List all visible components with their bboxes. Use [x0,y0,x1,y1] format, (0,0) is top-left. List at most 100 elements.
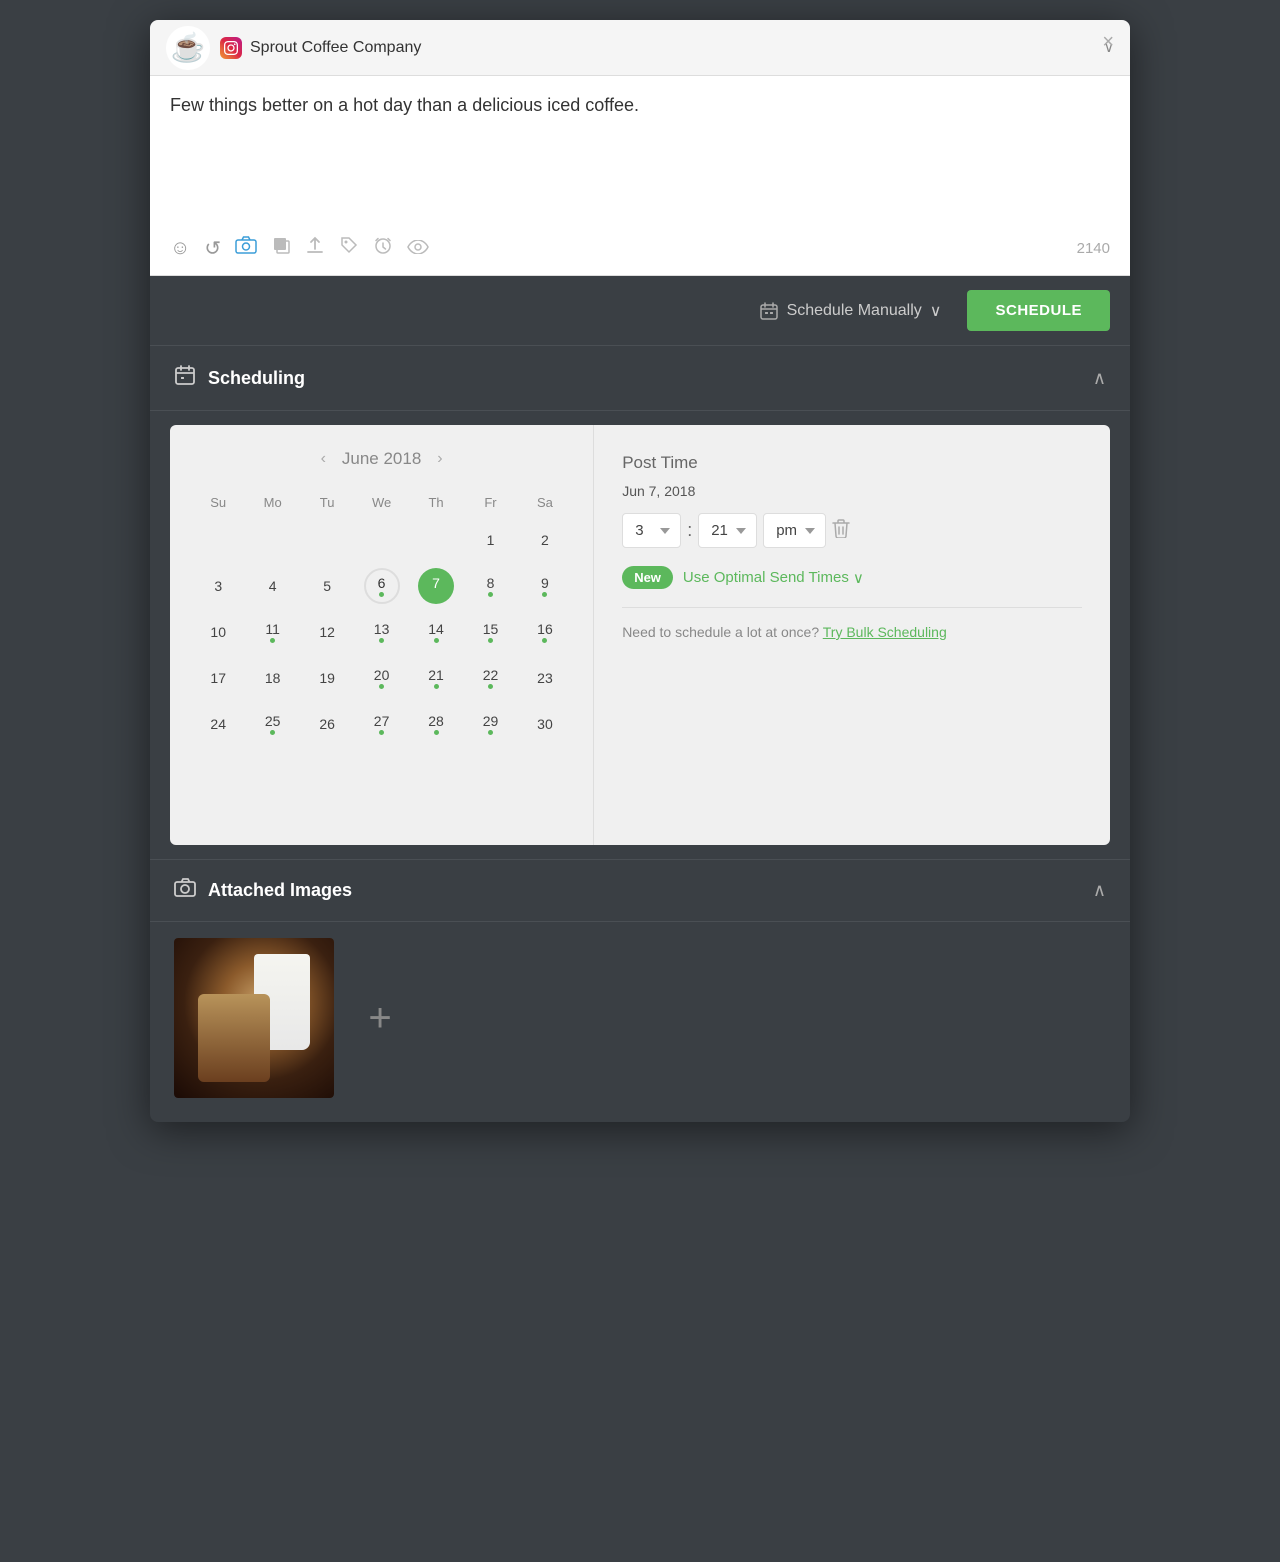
calendar-day-cell[interactable]: 20 [355,656,407,700]
calendar-day-cell[interactable]: 21 [410,656,462,700]
period-select[interactable]: ampm [763,513,826,548]
calendar-day-cell[interactable]: 5 [301,564,353,608]
divider [622,607,1082,608]
calendar-day-cell[interactable]: 19 [301,656,353,700]
schedule-button[interactable]: SCHEDULE [967,290,1110,331]
add-image-button[interactable]: + [350,988,410,1048]
account-selector[interactable]: Sprout Coffee Company ∨ [220,37,1114,59]
scheduling-section-icon [174,364,196,392]
calendar-section-icon [174,364,196,386]
calendar-month: June 2018 [342,449,421,469]
scheduling-collapse-button[interactable]: ∧ [1093,368,1106,389]
post-time-title: Post Time [622,453,1082,473]
optimal-label: Use Optimal Send Times [683,569,849,586]
bulk-text: Need to schedule a lot at once? Try Bulk… [622,624,1082,640]
schedule-manually-label: Schedule Manually [787,302,922,320]
calendar-day-cell[interactable]: 30 [519,702,571,746]
upload-icon[interactable] [305,235,325,261]
calendar-day-cell[interactable]: 2 [519,518,571,562]
calendar-day-cell[interactable]: 28 [410,702,462,746]
alarm-icon[interactable] [373,235,393,261]
calendar-day-cell[interactable]: 1 [464,518,516,562]
attached-image-1[interactable] [174,938,334,1098]
calendar-grid: Su Mo Tu We Th Fr Sa 1234567891011121314… [190,487,573,748]
day-header-sa: Sa [519,489,571,516]
optimal-chevron: ∨ [853,569,864,587]
minute-select[interactable]: 00051015202125303540455055 [698,513,757,548]
calendar-day-cell[interactable]: 26 [301,702,353,746]
instagram-svg [224,41,238,55]
camera-icon[interactable] [235,236,257,260]
bulk-scheduling-link[interactable]: Try Bulk Scheduling [823,624,947,640]
schedule-manually-chevron: ∨ [930,301,942,321]
layers-icon[interactable] [271,235,291,261]
calendar-day-cell[interactable]: 6 [355,564,407,608]
calendar-day-cell[interactable]: 23 [519,656,571,700]
scheduling-section-header: Scheduling ∧ [150,346,1130,411]
calendar-day-cell[interactable]: 11 [246,610,298,654]
calendar-day-cell[interactable]: 7 [410,564,462,608]
calendar-day-cell[interactable]: 16 [519,610,571,654]
schedule-row: Schedule Manually ∨ SCHEDULE [150,276,1130,346]
calendar-day-cell[interactable]: 9 [519,564,571,608]
compose-area: Few things better on a hot day than a de… [150,76,1130,276]
calendar-day-cell[interactable]: 12 [301,610,353,654]
hour-select[interactable]: 123456789101112 [622,513,681,548]
char-count: 2140 [1077,240,1110,257]
calendar-day-cell[interactable]: 17 [192,656,244,700]
recycle-icon[interactable]: ↺ [204,236,221,261]
account-row: ☕ Sprout Coffee Company ∨ [150,20,1130,76]
calendar-day-cell [355,518,407,562]
instagram-icon [220,37,242,59]
calendar-day-cell[interactable]: 24 [192,702,244,746]
avatar: ☕ [166,26,210,70]
optimal-send-times-link[interactable]: Use Optimal Send Times ∨ [683,569,864,587]
attached-images-title: Attached Images [208,880,352,901]
calendar-next-button[interactable]: › [437,450,442,468]
calendar-day-cell[interactable]: 8 [464,564,516,608]
day-header-tu: Tu [301,489,353,516]
calendar-day-cell[interactable]: 27 [355,702,407,746]
optimal-row: New Use Optimal Send Times ∨ [622,566,1082,589]
calendar-day-cell [301,518,353,562]
calendar-day-cell [246,518,298,562]
emoji-icon[interactable]: ☺ [170,237,190,260]
calendar-day-cell[interactable]: 13 [355,610,407,654]
selected-date-label: Jun 7, 2018 [622,483,695,499]
day-header-we: We [355,489,407,516]
calendar-prev-button[interactable]: ‹ [321,450,326,468]
day-header-su: Su [192,489,244,516]
day-header-fr: Fr [464,489,516,516]
calendar-day-cell[interactable]: 18 [246,656,298,700]
plant-icon: ☕ [171,31,206,64]
schedule-manually-button[interactable]: Schedule Manually ∨ [745,291,956,331]
scheduling-title: Scheduling [208,368,305,389]
calendar-day-cell [192,518,244,562]
eye-icon[interactable] [407,237,429,260]
delete-time-button[interactable] [832,518,850,543]
calendar-panel: ‹ June 2018 › Su Mo Tu We Th Fr Sa [170,425,594,845]
calendar-day-cell[interactable]: 29 [464,702,516,746]
close-button[interactable]: × [1102,32,1114,52]
tag-icon[interactable] [339,235,359,261]
attached-images-section: Attached Images ∧ + [150,859,1130,1122]
calendar-day-cell[interactable]: 10 [192,610,244,654]
calendar-day-cell[interactable]: 15 [464,610,516,654]
bulk-description: Need to schedule a lot at once? [622,624,819,640]
calendar-day-cell[interactable]: 3 [192,564,244,608]
camera-section-icon [174,878,196,903]
modal-container: × ☕ Sprout Coffee Company ∨ Few things b… [150,20,1130,1122]
scheduling-body: ‹ June 2018 › Su Mo Tu We Th Fr Sa [170,425,1110,845]
calendar-day-cell[interactable]: 4 [246,564,298,608]
post-time-panel: Post Time Jun 7, 2018 123456789101112 : … [594,425,1110,845]
compose-textarea[interactable]: Few things better on a hot day than a de… [170,92,1110,222]
day-header-mo: Mo [246,489,298,516]
calendar-day-cell[interactable]: 22 [464,656,516,700]
time-selectors: 123456789101112 : 0005101520212530354045… [622,513,1082,548]
coffee-image [174,938,334,1098]
calendar-day-cell[interactable]: 25 [246,702,298,746]
attached-images-header: Attached Images ∧ [150,860,1130,922]
account-name: Sprout Coffee Company [250,39,421,57]
calendar-day-cell[interactable]: 14 [410,610,462,654]
attached-images-collapse-button[interactable]: ∧ [1093,880,1106,901]
